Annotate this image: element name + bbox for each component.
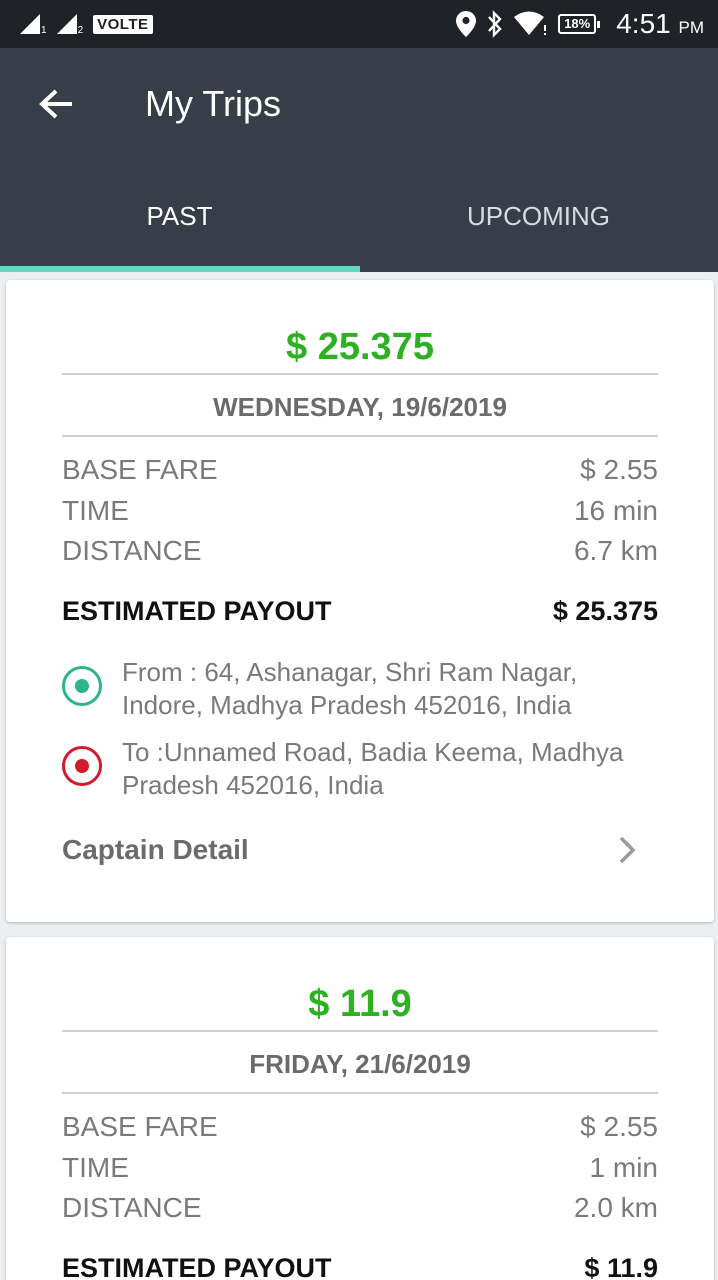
tab-indicator bbox=[0, 266, 360, 272]
pickup-location: From : 64, Ashanagar, Shri Ram Nagar, In… bbox=[62, 656, 658, 722]
app-bar: My Trips PAST UPCOMING bbox=[0, 48, 718, 272]
sim1-label: 1 bbox=[41, 25, 47, 36]
trip-date: FRIDAY, 21/6/2019 bbox=[249, 1049, 471, 1079]
trip-date: WEDNESDAY, 19/6/2019 bbox=[213, 392, 507, 422]
back-button[interactable] bbox=[36, 84, 76, 124]
base-fare-label: BASE FARE bbox=[62, 1111, 218, 1142]
status-bar: 1 2 VOLTE 18% 4:51 PM bbox=[0, 0, 718, 48]
wifi-icon bbox=[514, 11, 547, 35]
trip-card[interactable]: $ 25.375 WEDNESDAY, 19/6/2019 BASE FARE … bbox=[6, 280, 714, 922]
trip-amount: $ 11.9 bbox=[308, 983, 412, 1025]
trip-amount: $ 25.375 bbox=[286, 326, 434, 368]
signal-sim2: 2 bbox=[56, 14, 84, 36]
battery-icon: 18% bbox=[558, 14, 601, 34]
clock-time: 4:51 bbox=[616, 8, 671, 39]
fare-row-base: BASE FARE $ 2.55 bbox=[62, 454, 658, 486]
trip-card[interactable]: $ 11.9 FRIDAY, 21/6/2019 BASE FARE $ 2.5… bbox=[6, 937, 714, 1280]
captain-detail-label: Captain Detail bbox=[62, 834, 249, 865]
fare-row-distance: DISTANCE 2.0 km bbox=[62, 1192, 658, 1224]
arrow-left-icon bbox=[39, 89, 72, 119]
pickup-address-line2: Indore, Madhya Pradesh 452016, India bbox=[122, 690, 572, 720]
drop-address: To :Unnamed Road, Badia Keema, Madhya Pr… bbox=[122, 736, 624, 802]
divider bbox=[62, 373, 658, 375]
status-right: 18% 4:51 PM bbox=[456, 8, 704, 40]
fare-row-base: BASE FARE $ 2.55 bbox=[62, 1111, 658, 1143]
sim2-label: 2 bbox=[77, 25, 84, 36]
location-icon bbox=[456, 11, 477, 37]
time-value: 1 min bbox=[589, 1152, 658, 1183]
pickup-address: From : 64, Ashanagar, Shri Ram Nagar, In… bbox=[122, 656, 577, 722]
fare-row-distance: DISTANCE 6.7 km bbox=[62, 535, 658, 567]
status-left: 1 2 VOLTE bbox=[20, 14, 153, 36]
divider bbox=[62, 1030, 658, 1032]
pickup-dot-icon bbox=[62, 666, 102, 706]
divider bbox=[62, 435, 658, 437]
chevron-right-icon bbox=[619, 836, 636, 864]
trip-card-content: $ 25.375 WEDNESDAY, 19/6/2019 BASE FARE … bbox=[62, 280, 658, 922]
drop-address-line2: Pradesh 452016, India bbox=[122, 770, 384, 800]
distance-label: DISTANCE bbox=[62, 535, 202, 566]
trip-card-content: $ 11.9 FRIDAY, 21/6/2019 BASE FARE $ 2.5… bbox=[62, 937, 658, 1280]
payout-row: ESTIMATED PAYOUT $ 11.9 bbox=[62, 1253, 658, 1280]
status-clock: 4:51 PM bbox=[616, 8, 704, 40]
captain-detail-row[interactable]: Captain Detail bbox=[62, 834, 658, 866]
drop-dot-icon bbox=[62, 746, 102, 786]
bluetooth-icon bbox=[488, 10, 502, 38]
distance-value: 6.7 km bbox=[573, 535, 658, 566]
drop-address-line1: To :Unnamed Road, Badia Keema, Madhya bbox=[122, 737, 624, 767]
volte-badge: VOLTE bbox=[93, 14, 153, 34]
distance-value: 2.0 km bbox=[573, 1192, 658, 1223]
payout-value: $ 11.9 bbox=[584, 1253, 658, 1280]
payout-label: ESTIMATED PAYOUT bbox=[62, 1253, 332, 1280]
payout-label: ESTIMATED PAYOUT bbox=[62, 596, 332, 626]
signal-icon bbox=[56, 14, 77, 34]
pickup-address-line1: From : 64, Ashanagar, Shri Ram Nagar, bbox=[122, 657, 578, 687]
payout-row: ESTIMATED PAYOUT $ 25.375 bbox=[62, 596, 658, 627]
base-fare-value: $ 2.55 bbox=[580, 1111, 658, 1142]
payout-value: $ 25.375 bbox=[552, 596, 658, 626]
signal-sim1: 1 bbox=[20, 14, 47, 36]
fare-row-time: TIME 1 min bbox=[62, 1152, 658, 1184]
clock-ampm: PM bbox=[678, 18, 705, 37]
tab-past[interactable]: PAST bbox=[0, 196, 359, 236]
time-value: 16 min bbox=[573, 495, 658, 526]
signal-icon bbox=[20, 14, 40, 34]
time-label: TIME bbox=[62, 495, 129, 526]
page-title: My Trips bbox=[145, 83, 282, 124]
time-label: TIME bbox=[62, 1152, 129, 1183]
base-fare-value: $ 2.55 bbox=[580, 454, 658, 485]
tab-upcoming[interactable]: UPCOMING bbox=[359, 196, 718, 236]
fare-row-time: TIME 16 min bbox=[62, 495, 658, 527]
distance-label: DISTANCE bbox=[62, 1192, 202, 1223]
drop-location: To :Unnamed Road, Badia Keema, Madhya Pr… bbox=[62, 736, 658, 802]
divider bbox=[62, 1092, 658, 1094]
base-fare-label: BASE FARE bbox=[62, 454, 218, 485]
